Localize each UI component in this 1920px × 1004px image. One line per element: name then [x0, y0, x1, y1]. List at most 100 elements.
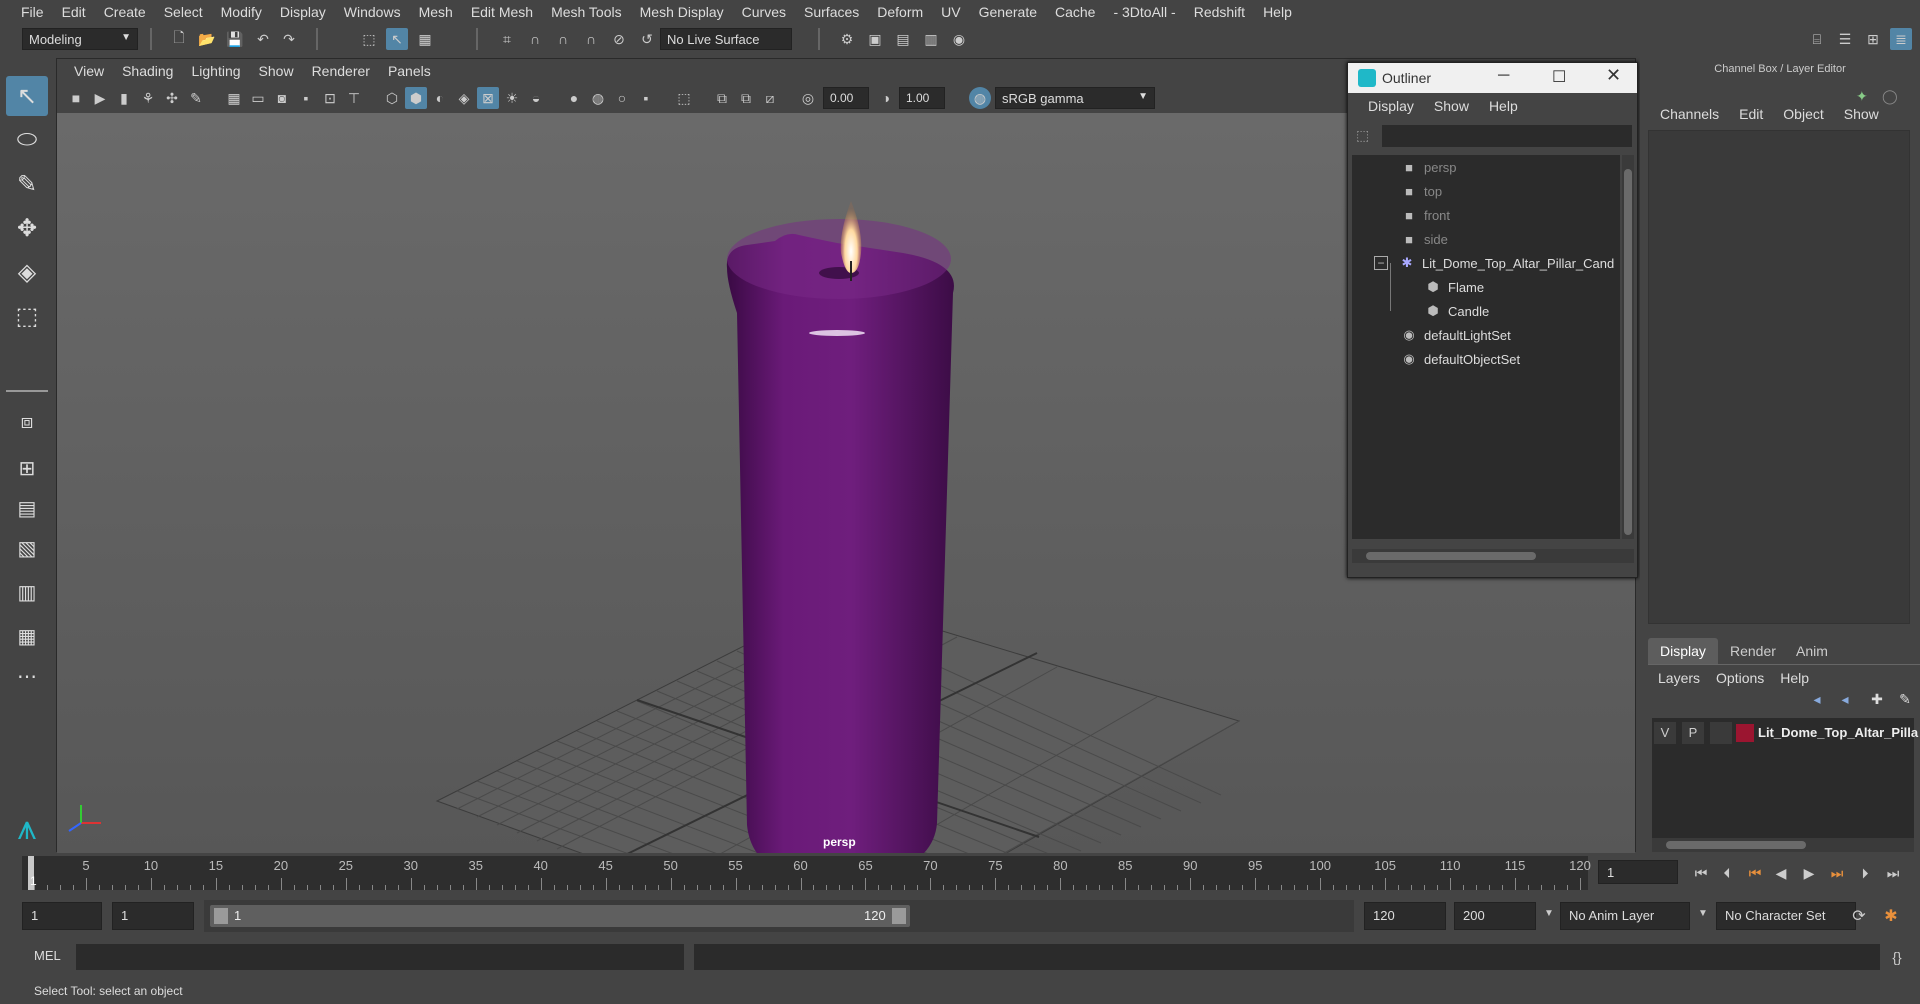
maximize-icon[interactable]: ☐ — [1552, 67, 1566, 87]
menu-display[interactable]: Display — [271, 4, 335, 20]
step-back-frame-icon[interactable]: ⏴ — [1716, 862, 1738, 884]
gamma-icon[interactable]: ◑ — [875, 87, 897, 109]
exposure-field[interactable]: 0.00 — [823, 87, 869, 109]
close-icon[interactable]: ✕ — [1606, 65, 1621, 86]
layer-color-swatch[interactable] — [1736, 724, 1754, 742]
layer-menu-help[interactable]: Help — [1772, 670, 1817, 686]
outliner-menu-display[interactable]: Display — [1358, 98, 1424, 114]
menu-windows[interactable]: Windows — [335, 4, 410, 20]
snap-point-icon[interactable]: ∩ — [552, 28, 574, 50]
persp-graph-icon[interactable]: ▧ — [6, 528, 48, 568]
anti-aliasing-icon[interactable]: ○ — [611, 87, 633, 109]
outliner-item[interactable]: ■ front — [1352, 203, 1620, 227]
outliner-menu-help[interactable]: Help — [1479, 98, 1528, 114]
tab-anim[interactable]: Anim — [1784, 638, 1840, 664]
xray-icon[interactable]: ⧉ — [711, 87, 733, 109]
use-default-material-icon[interactable]: ◐ — [429, 87, 451, 109]
gate-mask-icon[interactable]: ▪ — [295, 87, 317, 109]
chevron-down-icon[interactable]: ▼ — [1698, 908, 1708, 919]
bookmark-icon[interactable]: ▮ — [113, 87, 135, 109]
menu-mesh-display[interactable]: Mesh Display — [631, 4, 733, 20]
menu-curves[interactable]: Curves — [733, 4, 795, 20]
attribute-icon[interactable]: ✦ — [1856, 88, 1868, 105]
scrollbar-thumb[interactable] — [1366, 552, 1536, 560]
step-forward-frame-icon[interactable]: ⏵ — [1854, 862, 1876, 884]
time-ruler[interactable]: 1 5 10 15 20 25 30 35 40 45 50 55 60 65 70 75 80 85 90 95 1… — [22, 856, 1591, 890]
outliner-item[interactable]: ⬢ Candle — [1352, 299, 1620, 323]
color-management-icon[interactable]: ◍ — [969, 87, 991, 109]
range-slider-handle[interactable]: 1 120 — [210, 905, 910, 927]
single-view-icon[interactable]: ⧈ — [6, 402, 48, 442]
outliner-item[interactable]: ⬢ Flame — [1352, 275, 1620, 299]
camera-icon[interactable]: ■ — [65, 87, 87, 109]
layout-toggle-icon[interactable]: ▦ — [6, 616, 48, 656]
menu-cache[interactable]: Cache — [1046, 4, 1104, 20]
grease-pencil-icon[interactable]: ✎ — [185, 87, 207, 109]
step-back-key-icon[interactable]: ⏮ — [1744, 862, 1766, 884]
command-input[interactable] — [76, 944, 684, 970]
live-surface-field[interactable]: No Live Surface — [660, 28, 792, 50]
layer-visibility-toggle[interactable]: V — [1654, 722, 1676, 744]
open-scene-icon[interactable]: 📂 — [196, 28, 218, 50]
exposure-icon[interactable]: ◎ — [797, 87, 819, 109]
outliner-item[interactable]: ■ side — [1352, 227, 1620, 251]
animation-start-field[interactable]: 1 — [22, 902, 102, 930]
range-slider-track[interactable]: 1 120 — [204, 900, 1354, 932]
outliner-item[interactable]: ■ persp — [1352, 155, 1620, 179]
viewport-menu-renderer[interactable]: Renderer — [303, 63, 379, 79]
layer-playback-toggle[interactable]: P — [1682, 722, 1704, 744]
viewport-menu-shading[interactable]: Shading — [113, 63, 182, 79]
menu-uv[interactable]: UV — [932, 4, 969, 20]
menu-file[interactable]: File — [12, 4, 53, 20]
camera-attributes-icon[interactable]: ▶ — [89, 87, 111, 109]
outliner-item[interactable]: − ✱ Lit_Dome_Top_Altar_Pillar_Cand — [1352, 251, 1620, 275]
collapse-icon[interactable]: − — [1374, 256, 1388, 270]
resolution-gate-icon[interactable]: ◙ — [271, 87, 293, 109]
screen-space-ao-icon[interactable]: ● — [563, 87, 585, 109]
viewport-menu-view[interactable]: View — [65, 63, 113, 79]
tab-render[interactable]: Render — [1718, 638, 1788, 664]
film-gate-icon[interactable]: ▭ — [247, 87, 269, 109]
new-layer-icon[interactable]: ✚ — [1866, 688, 1888, 710]
four-view-icon[interactable]: ⊞ — [6, 448, 48, 488]
menu-mesh[interactable]: Mesh — [410, 4, 462, 20]
auto-key-icon[interactable]: ⟳ — [1848, 905, 1870, 927]
layer-menu-layers[interactable]: Layers — [1650, 670, 1708, 686]
play-backwards-icon[interactable]: ◀ — [1770, 862, 1792, 884]
go-to-start-icon[interactable]: ⏮ — [1690, 862, 1712, 884]
snap-grid-icon[interactable]: ⌗ — [496, 28, 518, 50]
select-tool-icon[interactable]: ↖ — [6, 76, 48, 116]
persp-outliner-icon[interactable]: ▤ — [6, 488, 48, 528]
outliner-vertical-scrollbar[interactable] — [1622, 155, 1634, 539]
undo-icon[interactable]: ↶ — [252, 28, 274, 50]
script-editor-icon[interactable]: {} — [1886, 946, 1908, 968]
hypershade-icon[interactable]: ◉ — [948, 28, 970, 50]
layout-more-icon[interactable]: ⋯ — [6, 656, 48, 696]
outliner-titlebar[interactable]: Outliner ─ ☐ ✕ — [1348, 63, 1637, 93]
tab-display[interactable]: Display — [1648, 638, 1718, 664]
outliner-item[interactable]: ◉ defaultLightSet — [1352, 323, 1620, 347]
lasso-tool-icon[interactable]: ⬭ — [6, 120, 48, 160]
range-end-grip[interactable] — [892, 908, 906, 924]
channel-menu-object[interactable]: Object — [1773, 106, 1833, 122]
layer-horizontal-scrollbar[interactable] — [1652, 838, 1914, 852]
select-component-icon[interactable]: ▦ — [414, 28, 436, 50]
use-all-lights-icon[interactable]: ☀ — [501, 87, 523, 109]
select-hierarchy-icon[interactable]: ⬚ — [358, 28, 380, 50]
outliner-horizontal-scrollbar[interactable] — [1352, 549, 1634, 563]
menu-redshift[interactable]: Redshift — [1185, 4, 1254, 20]
field-chart-icon[interactable]: ⊡ — [319, 87, 341, 109]
playback-end-field[interactable]: 120 — [1364, 902, 1446, 930]
new-layer-selected-icon[interactable]: ✎ — [1894, 688, 1916, 710]
menu-edit-mesh[interactable]: Edit Mesh — [462, 4, 542, 20]
go-to-end-icon[interactable]: ⏭ — [1882, 862, 1904, 884]
safe-action-icon[interactable]: ⊤ — [343, 87, 365, 109]
menu-deform[interactable]: Deform — [868, 4, 932, 20]
viewport-menu-lighting[interactable]: Lighting — [182, 63, 249, 79]
render-settings-icon[interactable]: ⚙ — [836, 28, 858, 50]
script-type-label[interactable]: MEL — [34, 948, 61, 963]
depth-of-field-icon[interactable]: ▪ — [635, 87, 657, 109]
save-scene-icon[interactable]: 💾 — [224, 28, 246, 50]
play-forwards-icon[interactable]: ▶ — [1798, 862, 1820, 884]
modeling-toolkit-icon[interactable]: ⌸ — [1806, 28, 1828, 50]
